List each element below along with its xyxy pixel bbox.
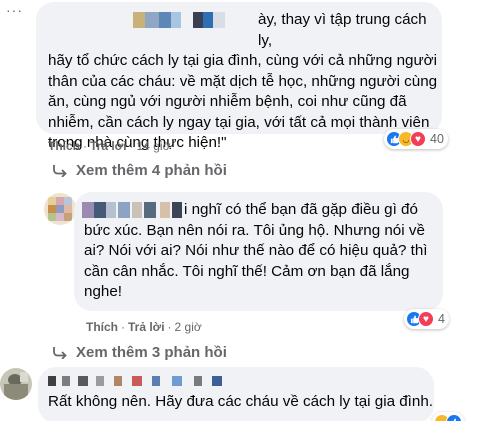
like-reaction-icon — [446, 414, 462, 421]
comment-line: nghe! — [84, 283, 123, 300]
reply-link[interactable]: Trả lời — [90, 139, 127, 153]
avatar[interactable] — [44, 193, 76, 225]
reply-link[interactable]: Trả lời — [128, 320, 165, 334]
love-reaction-icon: ♥ — [418, 311, 434, 327]
comment-line: cần cân nhắc. Tôi nghĩ thế! Cảm ơn bạn đ… — [84, 262, 410, 280]
comment-line: bức xúc. Bạn nên nói ra. Tôi ủng hộ. Như… — [84, 221, 425, 239]
timestamp[interactable]: 2 giờ — [175, 320, 202, 334]
comment-line: hãy tổ chức cách ly tại gia đình, cùng v… — [48, 52, 437, 69]
reaction-summary[interactable]: ♥ 4 — [404, 309, 449, 329]
view-more-replies-button[interactable]: Xem thêm 4 phản hồi — [52, 162, 227, 179]
comment-line: ày, thay vì tập trung cách ly, — [258, 11, 427, 49]
reaction-count: 40 — [430, 132, 444, 146]
like-link[interactable]: Thích — [48, 139, 80, 153]
redacted-name — [48, 376, 238, 386]
comment-actions: Thích · Trả lời · 2 giờ — [86, 320, 202, 334]
comment-actions: Thích · Trả lời · 14 giờ — [48, 139, 171, 153]
comment-line: ai? Nói với ai? Nói như thế nào để có hi… — [84, 242, 428, 259]
reaction-count: 4 — [438, 312, 445, 326]
like-link[interactable]: Thích — [86, 320, 118, 334]
comment-line: nhiễm, cần cách ly ngay tại gia, với tất… — [48, 113, 430, 131]
comment-line: thân của các cháu: về mặt dịch tễ học, n… — [48, 72, 438, 90]
comment-bubble: ày, thay vì tập trung cách ly, hãy tổ ch… — [36, 2, 442, 151]
view-more-replies-label: Xem thêm 4 phản hồi — [76, 162, 227, 179]
more-options-icon[interactable]: ··· — [6, 2, 23, 18]
comment-line: i nghĩ có thể bạn đã gặp điều gì đó — [184, 201, 418, 218]
avatar[interactable] — [0, 368, 32, 400]
reaction-summary[interactable]: ◡ ♥ 40 — [384, 129, 448, 149]
comment-text: Rất không nên. Hãy đưa các cháu về cách … — [48, 393, 434, 410]
comment-line: ăn, cùng ngủ với người nhiễm bệnh, coi n… — [48, 93, 407, 110]
view-more-replies-button[interactable]: Xem thêm 3 phản hồi — [52, 344, 227, 361]
timestamp[interactable]: 14 giờ — [137, 139, 171, 153]
comment-bubble: Rất không nên. Hãy đưa các cháu về cách … — [38, 367, 434, 421]
reaction-summary[interactable]: ◡ — [432, 412, 464, 421]
love-reaction-icon: ♥ — [410, 131, 426, 147]
view-more-replies-label: Xem thêm 3 phản hồi — [76, 344, 227, 361]
reply-arrow-icon — [53, 346, 67, 359]
comment-bubble: i nghĩ có thể bạn đã gặp điều gì đó bức … — [74, 192, 443, 311]
reply-arrow-icon — [53, 164, 67, 177]
